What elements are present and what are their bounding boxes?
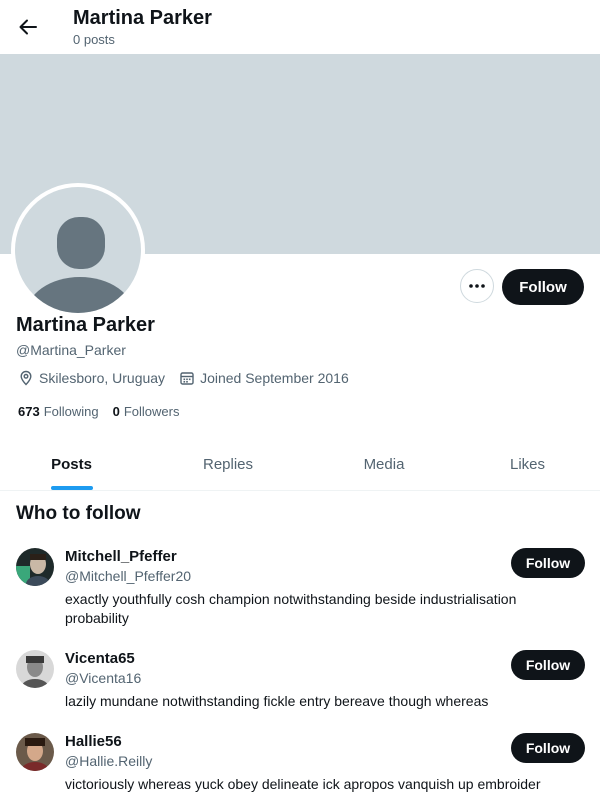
following-count: 673: [18, 404, 40, 419]
follow-user-button[interactable]: Follow: [511, 548, 585, 578]
followers-label: Followers: [123, 404, 180, 419]
tab-label: Media: [363, 455, 405, 473]
follow-user-button[interactable]: Follow: [511, 650, 585, 680]
more-options-button[interactable]: [460, 269, 494, 303]
user-avatar[interactable]: [16, 548, 54, 586]
header-title: Martina Parker: [73, 7, 212, 29]
user-bio: lazily mundane notwithstanding fickle en…: [65, 693, 489, 709]
profile-name: Martina Parker: [16, 314, 155, 336]
who-to-follow-title: Who to follow: [16, 503, 141, 524]
user-handle: @Vicenta16: [65, 670, 142, 686]
calendar-icon: [180, 372, 194, 385]
join-date: Joined September 2016: [179, 370, 349, 386]
follow-button[interactable]: Follow: [502, 269, 584, 305]
tab-label: Posts: [51, 455, 92, 473]
following-link[interactable]: 673 Following: [18, 404, 99, 419]
user-name[interactable]: Vicenta65: [65, 650, 135, 667]
tab-likes[interactable]: Likes: [455, 438, 600, 490]
tab-replies[interactable]: Replies: [143, 438, 313, 490]
profile-meta: Skilesboro, Uruguay Joined September 201…: [18, 370, 363, 386]
header-post-count: 0 posts: [73, 32, 115, 47]
followers-link[interactable]: 0 Followers: [113, 404, 180, 419]
user-bio: victoriously whereas yuck obey delineate…: [65, 776, 541, 792]
default-avatar-icon: [15, 187, 141, 313]
tab-label: Replies: [202, 455, 254, 473]
profile-stats: 673 Following 0 Followers: [18, 404, 193, 419]
user-bio: exactly youthfully cosh champion notwith…: [65, 591, 517, 626]
location: Skilesboro, Uruguay: [18, 370, 165, 386]
followers-count: 0: [112, 404, 120, 419]
location-text: Skilesboro, Uruguay: [39, 370, 166, 386]
tab-media[interactable]: Media: [313, 438, 455, 490]
profile-avatar[interactable]: [11, 183, 145, 317]
profile-handle: @Martina_Parker: [16, 342, 126, 358]
user-handle: @Hallie.Reilly: [65, 753, 153, 769]
tab-label: Likes: [509, 455, 546, 473]
following-label: Following: [43, 404, 99, 419]
follow-user-button[interactable]: Follow: [511, 733, 585, 763]
user-handle: @Mitchell_Pfeffer20: [65, 568, 192, 584]
join-date-text: Joined September 2016: [200, 370, 349, 386]
more-dots-icon: [469, 284, 485, 288]
user-name[interactable]: Mitchell_Pfeffer: [65, 548, 177, 565]
user-name[interactable]: Hallie56: [65, 733, 122, 750]
back-arrow-icon[interactable]: [14, 13, 42, 41]
user-avatar[interactable]: [16, 733, 54, 771]
tab-posts[interactable]: Posts: [0, 438, 143, 490]
location-pin-icon: [20, 370, 32, 386]
profile-tabs: Posts Replies Media Likes: [0, 438, 600, 491]
top-bar: Martina Parker 0 posts: [0, 0, 600, 54]
active-tab-indicator: [50, 486, 93, 490]
user-avatar[interactable]: [16, 650, 54, 688]
